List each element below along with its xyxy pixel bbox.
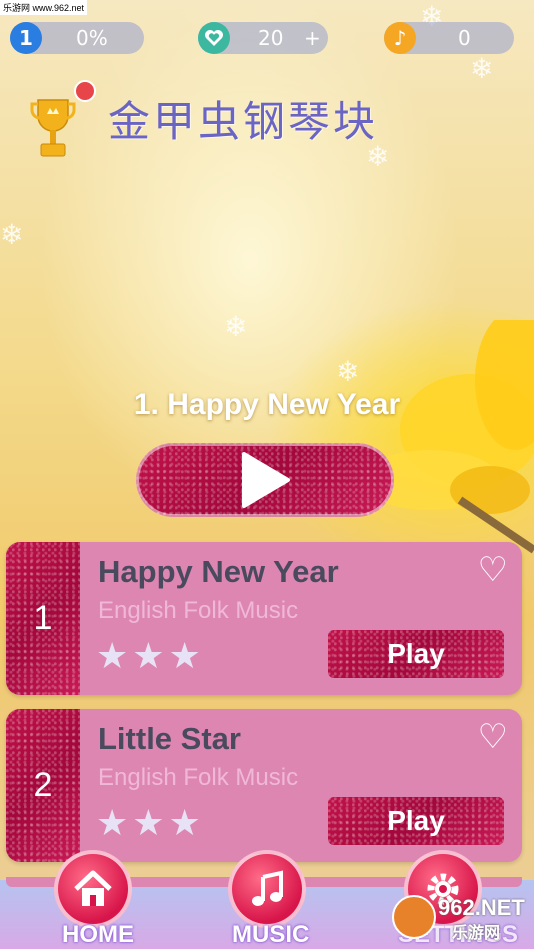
heart-icon [198, 22, 230, 54]
song-stars: ★★★ [96, 636, 205, 677]
home-icon [74, 870, 112, 906]
add-hearts-button[interactable]: + [304, 22, 321, 54]
notes-pill: ♪ 0 [384, 22, 514, 54]
home-label[interactable]: HOME [62, 921, 134, 949]
song-name: Happy New Year [98, 554, 339, 589]
top-status-bar: 1 0% 20 + ♪ 0 [0, 22, 534, 56]
song-stars: ★★★ [96, 803, 205, 844]
music-label[interactable]: MUSIC [232, 921, 309, 949]
song-name: Little Star [98, 721, 241, 756]
app-title: 金甲虫钢琴块 [108, 97, 379, 146]
logo-emblem [392, 895, 436, 939]
hearts-count: 20 [258, 26, 284, 50]
play-icon [242, 452, 290, 508]
progress-percent: 0% [76, 26, 108, 50]
favorite-heart-icon[interactable]: ♡ [478, 550, 508, 590]
favorite-heart-icon[interactable]: ♡ [478, 717, 508, 757]
notes-count: 0 [458, 26, 471, 50]
level-badge: 1 [10, 22, 42, 54]
song-artist: English Folk Music [98, 597, 299, 624]
site-watermark: 乐游网 www.962.net [0, 0, 88, 15]
snowflake-icon: ❄ [224, 310, 248, 343]
song-card[interactable]: 2 Little Star English Folk Music ★★★ ♡ P… [6, 709, 522, 862]
trophy-icon[interactable] [30, 96, 76, 162]
music-note-icon [252, 870, 283, 906]
song-number: 1 [6, 542, 80, 695]
level-progress-pill: 1 0% [10, 22, 144, 54]
snowflake-icon: ❄ [470, 52, 494, 85]
notification-dot [74, 80, 96, 102]
hearts-pill[interactable]: 20 + [198, 22, 328, 54]
logo-sub-text: 乐游网 [452, 925, 501, 942]
corner-watermark-logo: 962.NET 乐游网 [392, 893, 532, 943]
song-play-button[interactable]: Play [328, 630, 504, 678]
big-play-button[interactable] [136, 443, 394, 517]
music-button[interactable] [228, 850, 306, 928]
song-artist: English Folk Music [98, 764, 299, 791]
music-note-icon: ♪ [384, 22, 416, 54]
song-card[interactable]: 1 Happy New Year English Folk Music ★★★ … [6, 542, 522, 695]
snowflake-icon: ❄ [0, 218, 24, 251]
now-playing-title: 1. Happy New Year [133, 388, 401, 421]
home-button[interactable] [54, 850, 132, 928]
song-play-button[interactable]: Play [328, 797, 504, 845]
flower-decoration [360, 320, 534, 554]
logo-main-text: 962.NET [438, 895, 525, 920]
song-number: 2 [6, 709, 80, 862]
